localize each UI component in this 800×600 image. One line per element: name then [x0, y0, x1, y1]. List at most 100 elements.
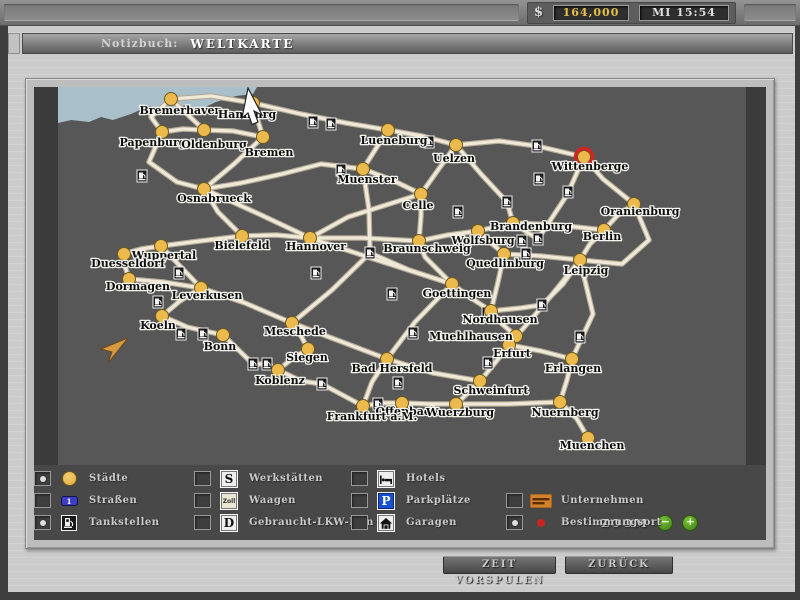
fuel-pump-body	[577, 334, 581, 340]
fuel-pump-body	[338, 167, 342, 173]
city-label-goettingen: Goettingen	[423, 287, 492, 300]
map-container: BremerhavenHamburgPapenburgOldenburgBrem…	[34, 87, 766, 540]
fuel-station-icon	[408, 327, 419, 340]
city-label-muenster: Muenster	[337, 173, 396, 186]
fuel-pump-body	[328, 121, 332, 127]
workshop-icon: S	[221, 471, 237, 487]
legend-checkbox-destination[interactable]	[506, 515, 523, 530]
legend-checkbox-hotel[interactable]	[351, 471, 368, 486]
world-map[interactable]: BremerhavenHamburgPapenburgOldenburgBrem…	[34, 87, 766, 465]
city-label-papenburg: Papenburg	[120, 136, 187, 149]
city-label-siegen: Siegen	[286, 351, 328, 364]
legend-label-destination: Bestimmungsort	[561, 517, 662, 528]
city-label-muehlhausen: Muehlhausen	[429, 330, 513, 343]
parking-icon: P	[378, 493, 394, 509]
fuel-pump-body	[485, 360, 489, 366]
fuel-pump-body	[310, 119, 314, 125]
fuel-station-icon	[575, 331, 586, 344]
legend-item-city: Städte	[34, 470, 128, 487]
back-button[interactable]: ZURÜCK	[565, 556, 673, 574]
fuel-pump-base	[310, 125, 317, 126]
legend-label-city: Städte	[89, 473, 128, 484]
fuel-pump-body	[139, 173, 143, 179]
city-label-leipzig: Leipzig	[564, 264, 609, 277]
fuel-station-icon	[317, 378, 328, 391]
garage-house-icon	[378, 515, 394, 531]
legend-checkbox-roads[interactable]	[34, 493, 51, 508]
fuel-pump-body	[504, 199, 508, 205]
fuel-pump-body	[410, 330, 414, 336]
fuel-pump-base	[139, 179, 146, 180]
city-label-oranienburg: Oranienburg	[601, 205, 680, 218]
fuel-pump-base	[250, 367, 257, 368]
truck-dealer-icon: D	[221, 515, 237, 531]
city-dot-oldenburg[interactable]	[198, 124, 211, 137]
fuel-pump-base	[389, 297, 396, 298]
fuel-pump-base	[367, 256, 374, 257]
fuel-pump-body	[534, 143, 538, 149]
fuel-pump-body	[200, 331, 204, 337]
fuel-pump-base	[565, 195, 572, 196]
city-dot-uelzen[interactable]	[450, 139, 463, 152]
fuel-station-icon	[365, 247, 376, 260]
time-skip-button[interactable]: ZEIT VORSPULEN	[443, 556, 556, 574]
legend-checkbox-service[interactable]	[194, 471, 211, 486]
city-label-koeln: Koeln	[140, 319, 176, 332]
legend-item-garage: Garagen	[351, 514, 457, 531]
clock-display: MI 15:54	[639, 5, 729, 21]
fuel-pump-body	[367, 250, 371, 256]
legend-checkbox-company[interactable]	[506, 493, 523, 508]
city-label-bremerhaven: Bremerhaven	[139, 104, 222, 117]
legend-label-garage: Garagen	[406, 517, 457, 528]
city-label-brandenburg: Brandenburg	[490, 220, 572, 233]
fuel-pump-base	[577, 340, 584, 341]
road	[402, 403, 456, 404]
fuel-pump-base	[536, 182, 543, 183]
city-label-bremen: Bremen	[245, 146, 294, 159]
fuel-pump-base	[264, 367, 271, 368]
road-sign-icon: 1	[61, 496, 78, 506]
fuel-station-icon	[198, 328, 209, 341]
legend-label-parking: Parkplätze	[406, 495, 471, 506]
zoom-in-button[interactable]: +	[682, 515, 698, 531]
city-dot-bremen[interactable]	[257, 131, 270, 144]
city-label-bad-hersfeld: Bad Hersfeld	[352, 362, 433, 375]
fuel-pump-base	[539, 308, 546, 309]
fuel-station-icon	[393, 377, 404, 390]
legend-item-parking: P Parkplätze	[351, 492, 471, 509]
legend-checkbox-city[interactable]	[34, 471, 51, 486]
fuel-pump-body	[319, 381, 323, 387]
destination-ring-icon	[537, 519, 545, 527]
legend-checkbox-parking[interactable]	[351, 493, 368, 508]
legend-item-dealer: DGebraucht-LKW-Hän	[194, 514, 374, 531]
legend-label-fuel: Tankstellen	[89, 517, 160, 528]
legend-item-roads: 1Straßen	[34, 492, 137, 509]
fuel-pump-body	[313, 270, 317, 276]
status-group: $ 164,000 MI 15:54	[527, 2, 736, 24]
fuel-pump-body	[250, 361, 254, 367]
city-label-wittenberge: Wittenberge	[551, 160, 629, 173]
city-label-uelzen: Uelzen	[433, 152, 475, 165]
fuel-station-icon	[153, 296, 164, 309]
legend-label-service: Werkstätten	[249, 473, 323, 484]
fuel-pump-base	[178, 337, 185, 338]
city-label-frankfurt-a-m: Frankfurt a.M.	[327, 410, 418, 423]
fuel-station-icon	[537, 299, 548, 312]
legend-checkbox-garage[interactable]	[351, 515, 368, 530]
city-label-oldenburg: Oldenburg	[181, 138, 247, 151]
legend-checkbox-customs[interactable]	[194, 493, 211, 508]
city-label-quedlinburg: Quedlinburg	[466, 257, 544, 270]
city-label-dormagen: Dormagen	[106, 280, 170, 293]
page-title: WELTKARTE	[190, 37, 294, 51]
legend-checkbox-fuel[interactable]	[34, 515, 51, 530]
notebook-header: Notizbuch: WELTKARTE	[22, 33, 793, 54]
legend-item-destination: Bestimmungsort	[506, 514, 662, 531]
fuel-pump-body	[389, 291, 393, 297]
dollar-icon: $	[534, 5, 543, 20]
fuel-pump-base	[155, 305, 162, 306]
notebook-label: Notizbuch:	[101, 37, 178, 50]
legend-checkbox-dealer[interactable]	[194, 515, 211, 530]
fuel-station-icon	[453, 206, 464, 219]
city-label-braunschweig: Braunschweig	[383, 242, 471, 255]
fuel-station-icon	[532, 140, 543, 153]
